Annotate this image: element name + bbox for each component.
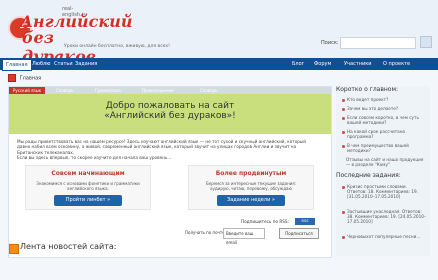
sidebar-item-1[interactable]: Кто ведет проект? bbox=[342, 97, 430, 102]
sidebar-item-3[interactable]: Если совсем коротко, в чем суть вашей ме… bbox=[342, 115, 430, 125]
tab-dictionary-2[interactable]: Словарь bbox=[196, 87, 222, 94]
sidebar-task-label: Кризис простыми словами. Ответов: 18. Ко… bbox=[347, 184, 418, 199]
tab-grammar[interactable]: Грамматика bbox=[91, 87, 125, 94]
beginner-card-title: Совсем начинающим bbox=[51, 170, 125, 177]
email-subscribe-input[interactable]: Введите ваш email bbox=[223, 228, 265, 245]
sidebar-item-label: Кто ведет проект? bbox=[347, 97, 389, 102]
sidebar-task-2[interactable]: Застывшие унаследная. Ответов: 38. Комме… bbox=[342, 209, 430, 224]
nav-tasks[interactable]: Задания bbox=[72, 59, 100, 69]
news-feed-header: Лента новостей сайта: bbox=[9, 242, 331, 257]
sidebar-section-title-main: Коротко о главном: bbox=[336, 86, 399, 93]
beginner-card: Совсем начинающим Знакомимся с основами … bbox=[25, 165, 151, 210]
sidebar-item-2[interactable]: Зачем вы это делаете? bbox=[342, 106, 430, 111]
nav-members[interactable]: Участники bbox=[341, 59, 375, 69]
intro-text: Мы рады приветствовать вас на нашем ресу… bbox=[17, 139, 306, 155]
tab-pronunciation[interactable]: Произношение bbox=[138, 87, 178, 94]
bullet-icon bbox=[342, 211, 345, 214]
right-sidebar: Коротко о главном: Кто ведет проект? Зач… bbox=[336, 86, 430, 256]
rss-button[interactable]: RSS bbox=[295, 218, 315, 225]
tab-dictionary[interactable]: Словарь bbox=[52, 87, 78, 94]
beginner-start-button[interactable]: Пройти линбет » bbox=[54, 195, 122, 206]
home-icon bbox=[8, 74, 16, 82]
sidebar-item-5[interactable]: В чем преимущество вашей методики? bbox=[342, 143, 430, 153]
sidebar-item-4[interactable]: На какой срок рассчитана программа? bbox=[342, 129, 430, 139]
bullet-icon bbox=[342, 236, 345, 239]
breadcrumb-current: Главная bbox=[19, 75, 42, 82]
header: real-english.ru Английский без дураков У… bbox=[0, 0, 438, 66]
welcome-banner: Добро пожаловать на сайт «Английский без… bbox=[9, 94, 331, 134]
advanced-card-text: Беремся за интересные текущие задания: а… bbox=[205, 181, 297, 191]
search-label: Поиск: bbox=[321, 40, 339, 46]
page: real-english.ru Английский без дураков У… bbox=[0, 0, 438, 280]
sidebar-task-1[interactable]: Кризис простыми словами. Ответов: 18. Ко… bbox=[342, 184, 430, 199]
breadcrumb: Главная bbox=[8, 74, 41, 82]
top-navigation: Главная Люблю Статьи Задания Блог Форум … bbox=[0, 58, 438, 71]
subscribe-button[interactable]: Подписаться bbox=[279, 228, 319, 239]
bullet-icon bbox=[342, 117, 345, 120]
subintro-text: Если вы здесь впервые, то скорее изучите… bbox=[17, 155, 172, 160]
rss-icon bbox=[9, 244, 19, 254]
main-content: Русский язык Словарь Грамматика Произнош… bbox=[8, 86, 332, 258]
sidebar-task-label: Застывшие унаследная. Ответов: 38. Комме… bbox=[347, 209, 427, 224]
tab-russian-language[interactable]: Русский язык bbox=[9, 87, 46, 94]
advanced-card-title: Более продвинутым bbox=[215, 170, 287, 177]
news-feed-title: Лента новостей сайта: bbox=[20, 242, 117, 251]
section-tabs: Русский язык Словарь Грамматика Произнош… bbox=[9, 87, 331, 94]
site-logo[interactable]: real-english.ru Английский без дураков bbox=[8, 6, 133, 66]
email-subscribe-label: Получать по почте: bbox=[185, 230, 227, 235]
beginner-card-text: Знакомимся с основами фонетики и граммат… bbox=[36, 181, 140, 191]
bullet-icon bbox=[342, 186, 345, 189]
nav-forum[interactable]: Форум bbox=[311, 59, 334, 69]
welcome-title-line-2: «Английский без дураков»! bbox=[104, 111, 236, 121]
bullet-icon bbox=[342, 145, 345, 148]
advanced-task-button[interactable]: Задание недели » bbox=[217, 195, 285, 206]
bullet-icon bbox=[342, 99, 345, 102]
welcome-title-line-1: Добро пожаловать на сайт bbox=[105, 101, 235, 111]
rss-label: Подпишитесь по RSS: bbox=[241, 219, 290, 224]
bullet-icon bbox=[342, 108, 345, 111]
advanced-card: Более продвинутым Беремся за интересные … bbox=[188, 165, 314, 210]
search-icon[interactable] bbox=[420, 36, 432, 48]
nav-about[interactable]: О проекте bbox=[380, 59, 413, 69]
search-input[interactable] bbox=[340, 37, 416, 49]
sidebar-item-label: На какой срок рассчитана программа? bbox=[347, 129, 406, 139]
bullet-icon bbox=[342, 131, 345, 134]
sidebar-item-label: Зачем вы это делаете? bbox=[347, 106, 399, 111]
sidebar-task-label: Черновыхот популярные песни... bbox=[347, 234, 421, 239]
nav-love[interactable]: Люблю bbox=[29, 59, 53, 69]
nav-home[interactable]: Главная bbox=[2, 59, 32, 71]
nav-blog[interactable]: Блог bbox=[289, 59, 307, 69]
site-tagline: Уроки онлайн бесплатно, вживую, для всех… bbox=[64, 44, 170, 49]
sidebar-note: Отзывы на сайт и наша продукция — в разд… bbox=[346, 157, 424, 167]
sidebar-section-title-latest: Последние задания: bbox=[336, 172, 401, 179]
sidebar-item-label: Если совсем коротко, в чем суть вашей ме… bbox=[347, 115, 419, 125]
sidebar-task-3[interactable]: Черновыхот популярные песни... bbox=[342, 234, 430, 239]
sidebar-item-label: В чем преимущество вашей методики? bbox=[347, 143, 409, 153]
welcome-title: Добро пожаловать на сайт «Английский без… bbox=[9, 101, 331, 121]
